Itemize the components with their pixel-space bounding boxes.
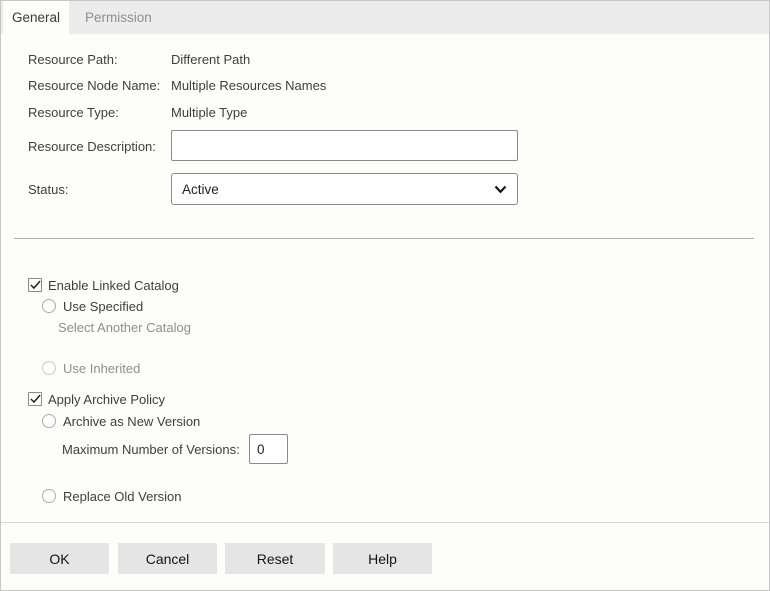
chevron-down-icon [494, 185, 507, 194]
resource-path-value: Different Path [171, 52, 251, 67]
properties-dialog: General Permission Resource Path: Differ… [0, 0, 770, 591]
checkbox-apply-archive-policy[interactable] [28, 392, 42, 406]
resource-type-value: Multiple Type [171, 105, 248, 120]
use-specified-label: Use Specified [63, 299, 144, 314]
resource-type-label: Resource Type: [28, 105, 119, 120]
resource-path-label: Resource Path: [28, 52, 118, 67]
resource-node-name-value: Multiple Resources Names [171, 78, 327, 93]
status-select[interactable]: Active [171, 173, 518, 205]
check-icon [29, 392, 41, 407]
tab-strip: General Permission [1, 1, 769, 34]
resource-description-label: Resource Description: [28, 139, 156, 154]
radio-use-specified[interactable] [42, 299, 56, 313]
max-versions-input[interactable] [249, 434, 288, 464]
check-icon [29, 278, 41, 293]
reset-button[interactable]: Reset [225, 543, 325, 574]
max-versions-label: Maximum Number of Versions: [62, 442, 240, 457]
enable-linked-catalog-label: Enable Linked Catalog [48, 278, 179, 293]
section-divider [14, 238, 754, 239]
status-label: Status: [28, 182, 69, 197]
use-inherited-label: Use Inherited [63, 361, 141, 376]
cancel-button[interactable]: Cancel [118, 543, 217, 574]
replace-old-version-label: Replace Old Version [63, 489, 182, 504]
radio-archive-as-new-version[interactable] [42, 414, 56, 428]
resource-description-input[interactable] [171, 130, 518, 161]
footer-divider [1, 522, 769, 523]
help-button[interactable]: Help [333, 543, 432, 574]
radio-replace-old-version[interactable] [42, 489, 56, 503]
tab-general[interactable]: General [3, 1, 69, 34]
ok-button[interactable]: OK [10, 543, 109, 574]
resource-node-name-label: Resource Node Name: [28, 78, 161, 93]
apply-archive-policy-label: Apply Archive Policy [48, 392, 166, 407]
checkbox-enable-linked-catalog[interactable] [28, 278, 42, 292]
tab-permission[interactable]: Permission [69, 1, 168, 34]
radio-use-inherited[interactable] [42, 361, 56, 375]
select-another-catalog-link[interactable]: Select Another Catalog [58, 320, 191, 335]
archive-as-new-version-label: Archive as New Version [63, 414, 201, 429]
status-selected-value: Active [182, 181, 219, 197]
